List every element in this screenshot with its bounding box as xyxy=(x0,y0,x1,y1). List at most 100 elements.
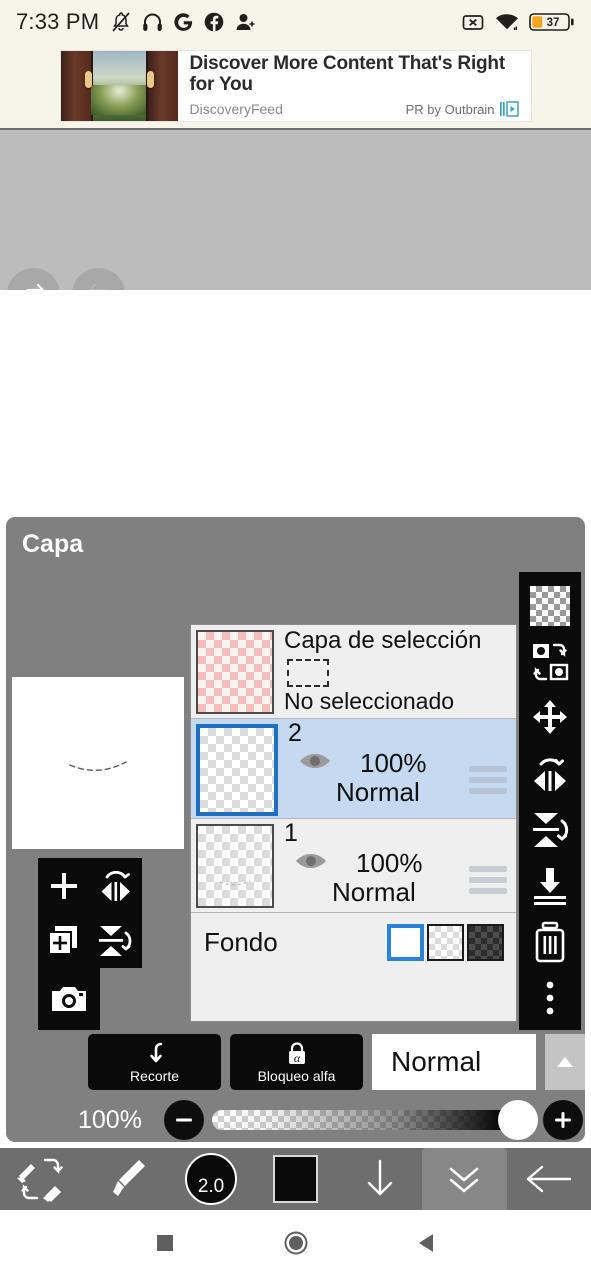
camera-import-button[interactable] xyxy=(38,968,100,1030)
layer-name: 2 xyxy=(288,719,302,747)
chevron-up-icon xyxy=(557,1057,573,1067)
more-options-button[interactable] xyxy=(519,970,581,1026)
alpha-lock-icon: α xyxy=(288,1041,305,1065)
opacity-slider-knob[interactable] xyxy=(498,1100,538,1140)
transparency-button[interactable] xyxy=(519,578,581,634)
arrow-down-icon xyxy=(367,1159,393,1196)
layer-row[interactable]: 2 100% Normal xyxy=(191,719,516,819)
bell-off-icon xyxy=(112,12,130,32)
brush-size-button[interactable]: 2.0 xyxy=(169,1148,253,1210)
rotate-flip-horizontal-icon xyxy=(101,870,130,901)
opacity-slider-track[interactable] xyxy=(212,1100,538,1140)
canvas-preview-thumbnail[interactable] xyxy=(12,677,184,849)
facebook-icon xyxy=(205,12,224,32)
arrow-left-back-icon xyxy=(526,1165,571,1193)
swap-layers-button[interactable] xyxy=(519,634,581,690)
layer-row-body: 1 100% Normal xyxy=(274,820,516,912)
ad-attribution-label: PR by Outbrain xyxy=(405,101,495,117)
layer-row-selection[interactable]: Capa de selección No seleccionado xyxy=(191,625,516,719)
back-triangle-icon xyxy=(418,1233,433,1252)
layer-thumbnail[interactable] xyxy=(196,824,274,908)
ad-headline: Discover More Content That's Right for Y… xyxy=(189,53,506,95)
background-swatch-transparent[interactable] xyxy=(427,923,464,961)
blend-mode-select[interactable]: Normal xyxy=(372,1034,536,1090)
more-vertical-icon xyxy=(546,981,554,1015)
home-circle-icon xyxy=(284,1231,307,1254)
battery-icon: 37 xyxy=(529,13,574,31)
home-button[interactable] xyxy=(283,1230,309,1261)
clipping-label: Recorte xyxy=(129,1067,180,1084)
layer-visibility-toggle[interactable] xyxy=(294,849,328,878)
layer-list[interactable]: Capa de selección No seleccionado 2 100%… xyxy=(190,624,517,1022)
layer-row-body: 2 100% Normal xyxy=(278,720,516,818)
clipping-arrow-icon xyxy=(149,1042,162,1062)
back-nav-button[interactable] xyxy=(416,1231,438,1260)
eye-icon xyxy=(296,854,326,868)
recents-button[interactable] xyxy=(154,1232,176,1259)
status-bar-notification-icons xyxy=(111,11,256,33)
flip-vertical-icon xyxy=(533,813,569,847)
plus-icon xyxy=(555,1112,571,1128)
google-icon xyxy=(174,13,193,31)
minus-icon xyxy=(176,1118,192,1122)
layer-row[interactable]: 1 100% Normal xyxy=(191,819,516,913)
add-layer-button[interactable] xyxy=(38,858,90,913)
background-swatch-group[interactable] xyxy=(387,923,504,961)
flip-horizontal-button[interactable] xyxy=(519,746,581,802)
brush-tool-button[interactable] xyxy=(84,1148,168,1210)
layer-controls-row: Recorte α Bloqueo alfa Normal xyxy=(88,1034,585,1090)
layer-thumbnail-selection[interactable] xyxy=(196,630,274,714)
undo-eraser-tool-button[interactable] xyxy=(0,1148,84,1210)
back-button[interactable] xyxy=(507,1148,591,1210)
layer-drag-handle[interactable] xyxy=(469,766,507,799)
collapse-panel-button[interactable] xyxy=(422,1148,507,1210)
layer-visibility-toggle[interactable] xyxy=(298,749,332,778)
layer-add-toolbar xyxy=(38,858,142,968)
layer-row-body: Capa de selección No seleccionado xyxy=(274,628,516,718)
ad-source-label: DiscoveryFeed xyxy=(189,101,283,117)
status-bar-system-icons: 37 xyxy=(461,11,575,33)
drawing-canvas[interactable] xyxy=(0,290,591,518)
ad-image-valley xyxy=(90,85,148,115)
double-chevron-down-icon xyxy=(450,1167,479,1193)
background-row[interactable]: Fondo xyxy=(191,913,516,971)
clipping-button[interactable]: Recorte xyxy=(88,1034,221,1090)
color-swatch-button[interactable] xyxy=(253,1148,337,1210)
delete-trash-icon xyxy=(535,921,565,963)
undo-redo-eraser-icon xyxy=(17,1158,63,1202)
ad-footer: DiscoveryFeed PR by Outbrain xyxy=(190,99,521,119)
ad-text-block: Discover More Content That's Right for Y… xyxy=(178,51,531,121)
alpha-lock-button[interactable]: α Bloqueo alfa xyxy=(230,1034,363,1090)
ad-card[interactable]: Discover More Content That's Right for Y… xyxy=(60,51,531,121)
add-layer-plus-icon xyxy=(51,872,77,899)
download-tool-button[interactable] xyxy=(338,1148,422,1210)
layer-name: 1 xyxy=(284,819,298,847)
layer-thumbnail[interactable] xyxy=(196,724,278,816)
layer-thumbnail-stroke xyxy=(219,880,251,886)
merge-down-button[interactable] xyxy=(519,858,581,914)
rotate-flip-horizontal-button[interactable] xyxy=(90,858,142,913)
blend-mode-expand-button[interactable] xyxy=(545,1034,585,1090)
ad-attribution: PR by Outbrain xyxy=(406,99,521,119)
background-swatch-dark[interactable] xyxy=(467,923,504,961)
move-button[interactable] xyxy=(519,690,581,746)
layer-drag-handle[interactable] xyxy=(469,866,507,899)
ad-image-door-handle-left xyxy=(84,71,92,88)
layer-actions-toolbar xyxy=(519,572,581,1030)
status-bar-time: 7:33 PM xyxy=(16,9,100,34)
opacity-value-label: 100% xyxy=(78,1105,142,1134)
ad-image-door-handle-right xyxy=(146,71,154,88)
canvas-preview-stroke xyxy=(69,761,127,771)
background-swatch-white[interactable] xyxy=(387,923,424,961)
battery-percent-label: 37 xyxy=(547,17,560,29)
opacity-increase-button[interactable] xyxy=(543,1100,583,1140)
delete-layer-button[interactable] xyxy=(519,914,581,970)
advertisement-banner[interactable]: Discover More Content That's Right for Y… xyxy=(0,44,591,128)
duplicate-layer-button[interactable] xyxy=(38,913,90,968)
duplicate-layer-icon xyxy=(48,925,77,955)
rotate-flip-vertical-button[interactable] xyxy=(90,913,142,968)
opacity-decrease-button[interactable] xyxy=(164,1100,204,1140)
flip-vertical-button[interactable] xyxy=(519,802,581,858)
panel-title: Capa xyxy=(22,530,84,558)
add-person-icon xyxy=(236,14,255,30)
